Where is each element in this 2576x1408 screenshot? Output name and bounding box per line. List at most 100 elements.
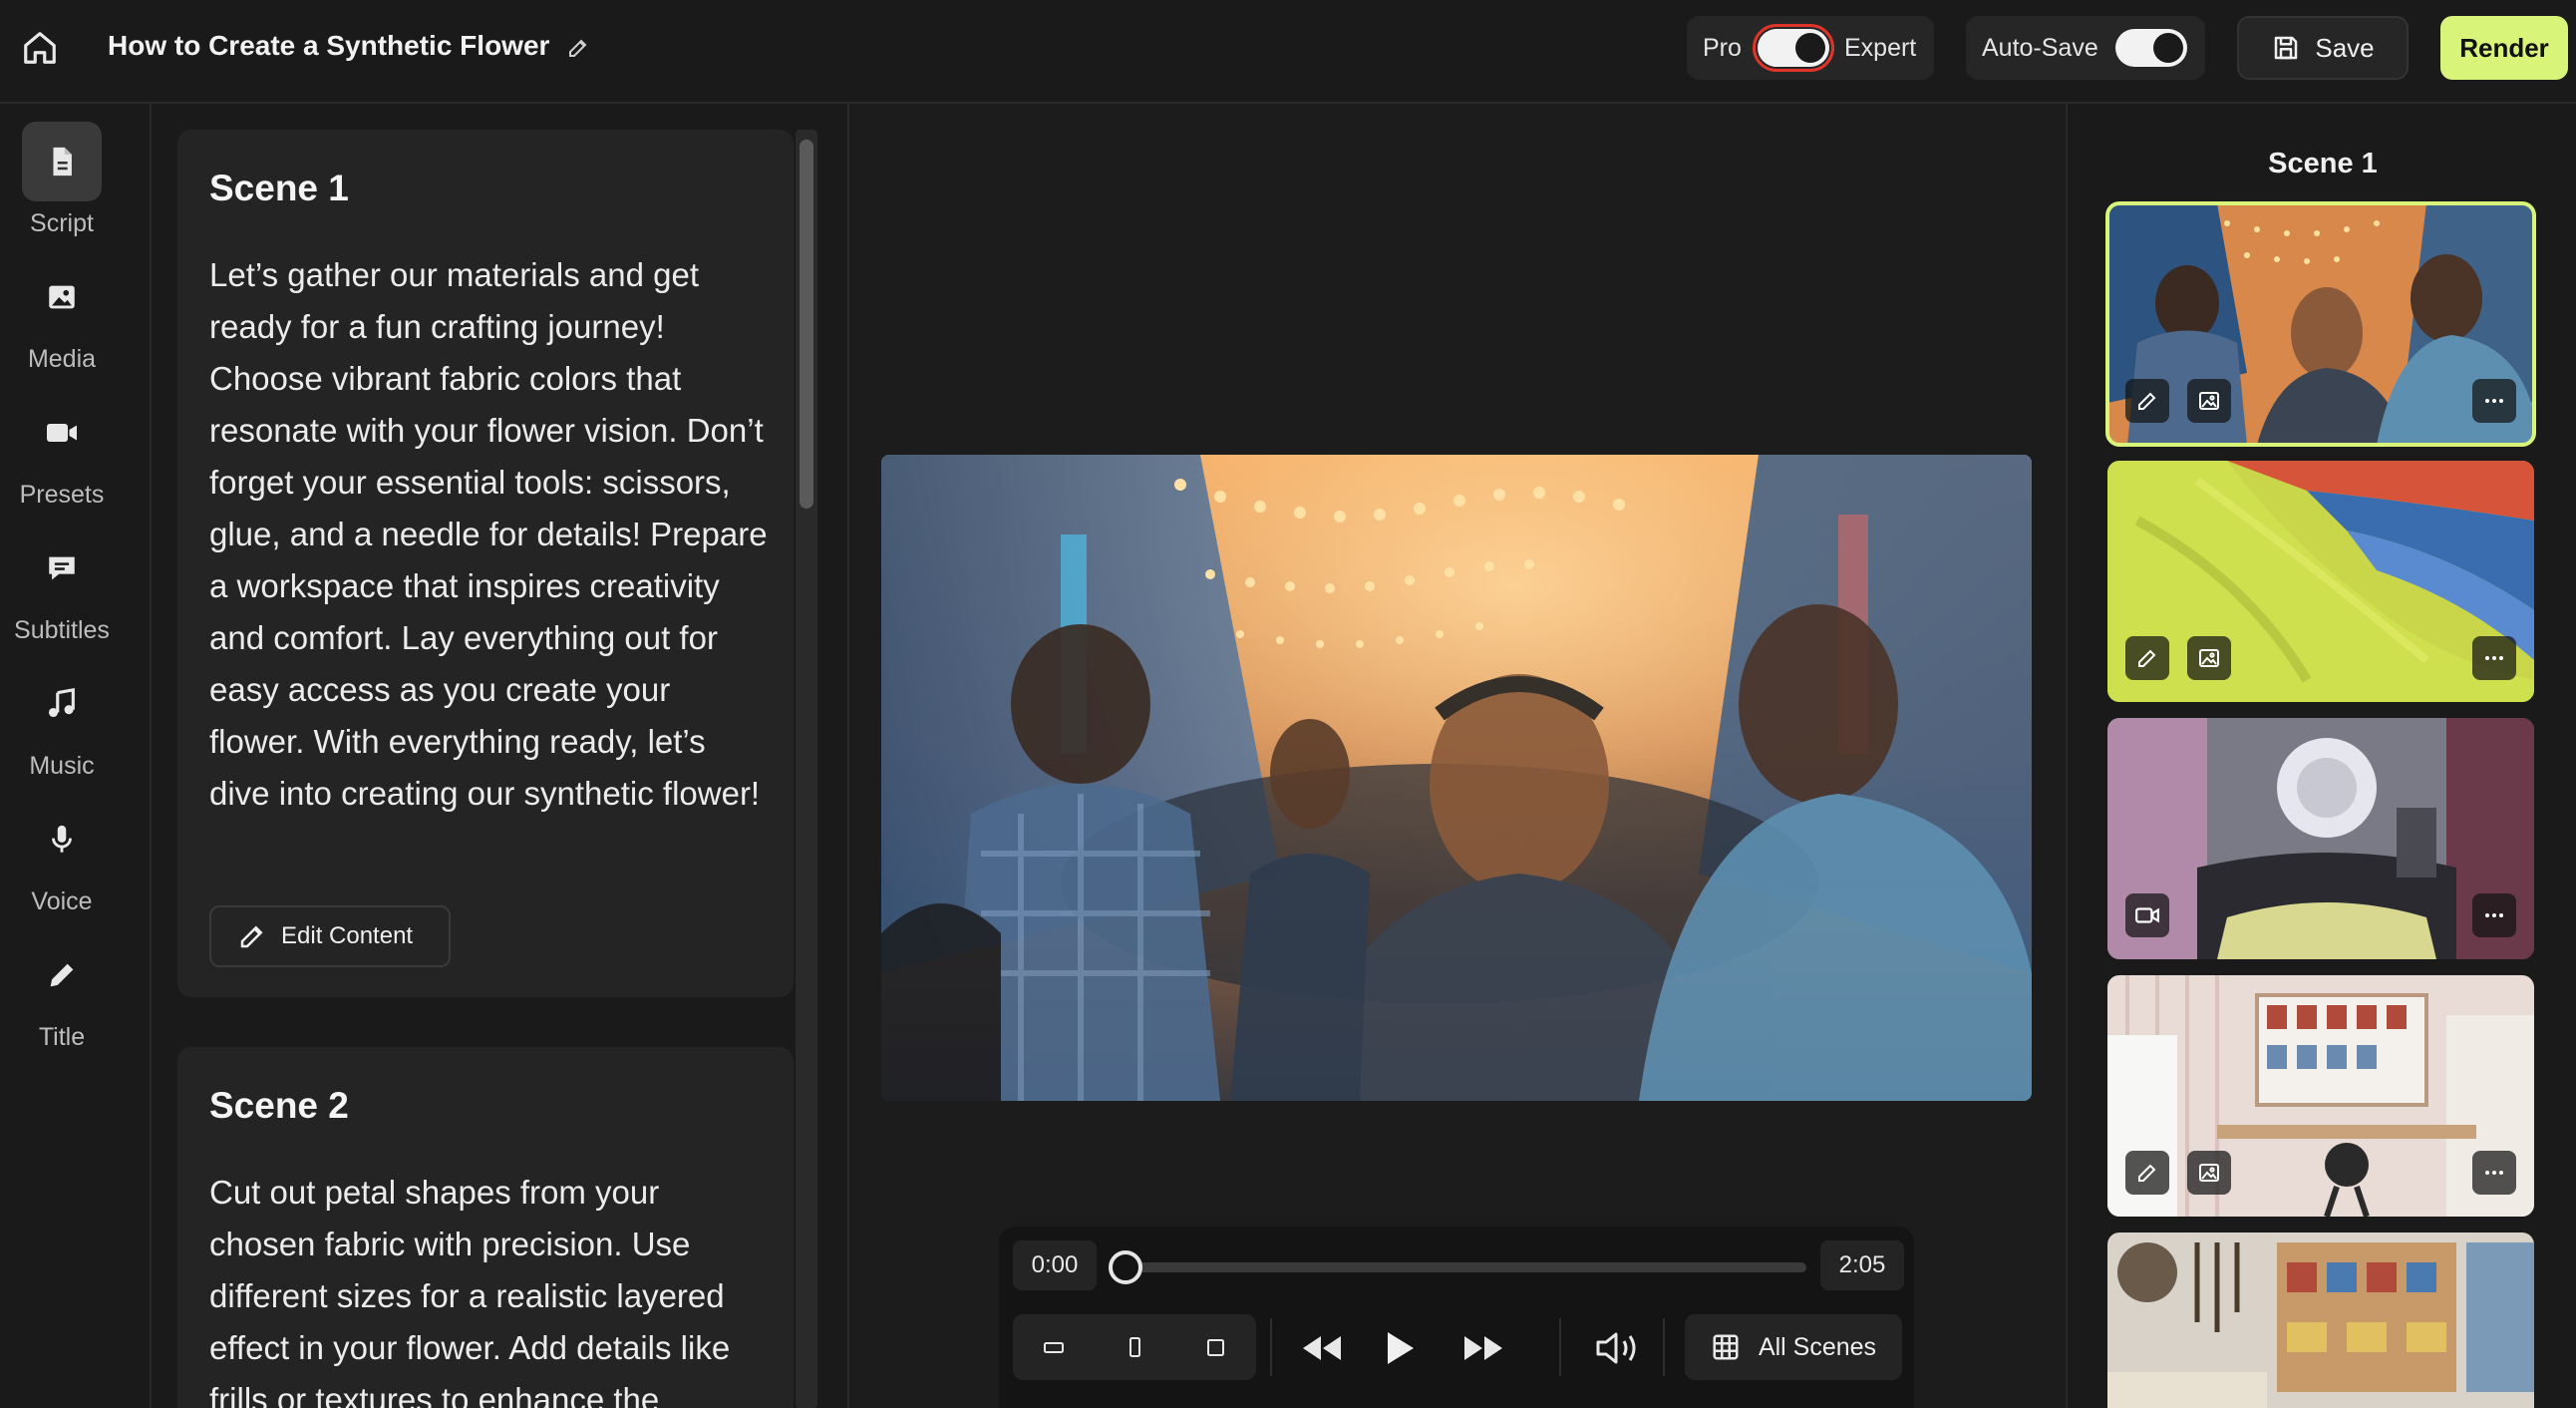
scrollbar-thumb[interactable] — [800, 140, 813, 509]
nav-item-voice[interactable]: Voice — [0, 800, 124, 929]
script-scrollbar[interactable] — [796, 130, 817, 1408]
autosave-control: Auto-Save — [1966, 16, 2205, 80]
nav-item-media[interactable]: Media — [0, 257, 124, 387]
nav-item-presets[interactable]: Presets — [0, 393, 124, 523]
all-scenes-button[interactable]: All Scenes — [1685, 1314, 1902, 1380]
aspect-ratio-group — [1013, 1314, 1256, 1380]
pencil-icon — [569, 39, 587, 57]
scene-options-button[interactable] — [2472, 636, 2516, 680]
current-time: 0:00 — [1013, 1240, 1097, 1290]
edit-title-button[interactable] — [562, 32, 594, 64]
image-icon — [49, 285, 75, 309]
scenes-panel: Scene 1 — [2066, 104, 2576, 1408]
nav-label: Music — [29, 752, 95, 780]
project-title: How to Create a Synthetic Flower — [108, 30, 550, 61]
scenes-panel-heading: Scene 1 — [2268, 148, 2378, 179]
crowd-thumbnail-image — [2107, 203, 2534, 445]
craft-room-thumbnail-image — [2107, 975, 2534, 1217]
play-button[interactable] — [1372, 1320, 1428, 1376]
autosave-toggle[interactable] — [2115, 29, 2187, 67]
scene-options-button[interactable] — [2472, 1151, 2516, 1195]
fast-forward-icon — [1464, 1336, 1502, 1360]
script-icon — [53, 147, 72, 176]
square-ratio-button[interactable] — [1187, 1319, 1243, 1375]
home-icon — [24, 32, 56, 64]
pencil-icon — [50, 963, 74, 987]
save-button[interactable]: Save — [2237, 16, 2409, 80]
video-media-badge — [2125, 893, 2169, 937]
nav-item-subtitles[interactable]: Subtitles — [0, 528, 124, 658]
volume-button[interactable] — [1589, 1320, 1645, 1376]
edit-content-label: Edit Content — [281, 922, 414, 949]
edit-content-button[interactable]: Edit Content — [209, 905, 451, 967]
video-preview[interactable] — [881, 455, 2032, 1101]
left-nav: Script Media Presets Subtitles Music Voi… — [0, 104, 152, 1408]
scene-thumbnail-5[interactable] — [2107, 1232, 2534, 1408]
mode-expert-label: Expert — [1844, 34, 1917, 62]
scene-card-2[interactable]: Scene 2 Cut out petal shapes from your c… — [177, 1047, 794, 1408]
nav-label: Media — [27, 345, 97, 373]
replace-media-button[interactable] — [2187, 1151, 2231, 1195]
mode-pro-label: Pro — [1703, 34, 1742, 62]
top-bar: How to Create a Synthetic Flower Pro Exp… — [0, 0, 2576, 104]
scene-title: Scene 2 — [209, 1085, 349, 1126]
fabric-thumbnail-image — [2107, 461, 2534, 702]
all-scenes-label: All Scenes — [1758, 1332, 1877, 1361]
play-icon — [1388, 1332, 1414, 1364]
microphone-icon — [52, 825, 72, 853]
portrait-ratio-button[interactable] — [1107, 1319, 1162, 1375]
pro-expert-toggle[interactable] — [1753, 24, 1834, 72]
image-icon — [2199, 1164, 2219, 1182]
scene-options-button[interactable] — [2472, 379, 2516, 423]
player-controls: 0:00 2:05 All Scenes — [999, 1227, 1914, 1408]
scene-thumbnail-3[interactable] — [2107, 718, 2534, 959]
scene-thumbnail-2[interactable] — [2107, 461, 2534, 702]
edit-scene-button[interactable] — [2125, 379, 2169, 423]
pencil-icon — [240, 925, 263, 948]
pencil-icon — [2138, 392, 2156, 410]
pencil-icon — [2138, 649, 2156, 667]
subtitle-icon — [49, 556, 75, 580]
video-icon — [47, 424, 77, 442]
scene-thumbnail-1[interactable] — [2105, 201, 2536, 447]
fast-forward-button[interactable] — [1455, 1320, 1511, 1376]
volume-icon — [1596, 1332, 1636, 1364]
more-options-icon — [2485, 399, 2503, 403]
scene-options-button[interactable] — [2472, 893, 2516, 937]
save-icon — [2275, 36, 2298, 60]
more-options-icon — [2485, 913, 2503, 917]
nav-label: Script — [30, 209, 94, 237]
scene-thumbnail-4[interactable] — [2107, 975, 2534, 1217]
replace-media-button[interactable] — [2187, 379, 2231, 423]
rewind-icon — [1303, 1336, 1341, 1360]
nav-item-title[interactable]: Title — [0, 935, 124, 1065]
grid-icon — [1713, 1334, 1739, 1360]
image-icon — [2199, 649, 2219, 667]
video-icon — [2135, 907, 2159, 923]
scene-title: Scene 1 — [209, 168, 349, 208]
nav-label: Presets — [19, 481, 105, 509]
nav-item-music[interactable]: Music — [0, 664, 124, 794]
scene-script-text: Let’s gather our materials and get ready… — [209, 256, 768, 812]
render-button[interactable]: Render — [2440, 16, 2568, 80]
edit-scene-button[interactable] — [2125, 1151, 2169, 1195]
seek-handle[interactable] — [1109, 1250, 1142, 1284]
nav-label: Voice — [31, 887, 93, 915]
portrait-icon — [1128, 1337, 1140, 1357]
home-button[interactable] — [18, 26, 62, 70]
preview-area: 0:00 2:05 All Scenes — [849, 104, 2066, 1408]
music-icon — [48, 687, 75, 718]
seek-bar[interactable] — [1121, 1262, 1806, 1272]
save-label: Save — [2315, 32, 2375, 63]
landscape-ratio-button[interactable] — [1026, 1319, 1082, 1375]
replace-media-button[interactable] — [2187, 636, 2231, 680]
landscape-icon — [1043, 1342, 1064, 1353]
total-duration: 2:05 — [1820, 1240, 1904, 1290]
nav-item-script[interactable]: Script — [0, 122, 124, 251]
square-icon — [1207, 1339, 1225, 1356]
scene-card-1[interactable]: Scene 1 Let’s gather our materials and g… — [177, 130, 794, 997]
rewind-button[interactable] — [1294, 1320, 1350, 1376]
scene-script-text: Cut out petal shapes from your chosen fa… — [209, 1174, 731, 1408]
autosave-label: Auto-Save — [1982, 34, 2098, 62]
edit-scene-button[interactable] — [2125, 636, 2169, 680]
